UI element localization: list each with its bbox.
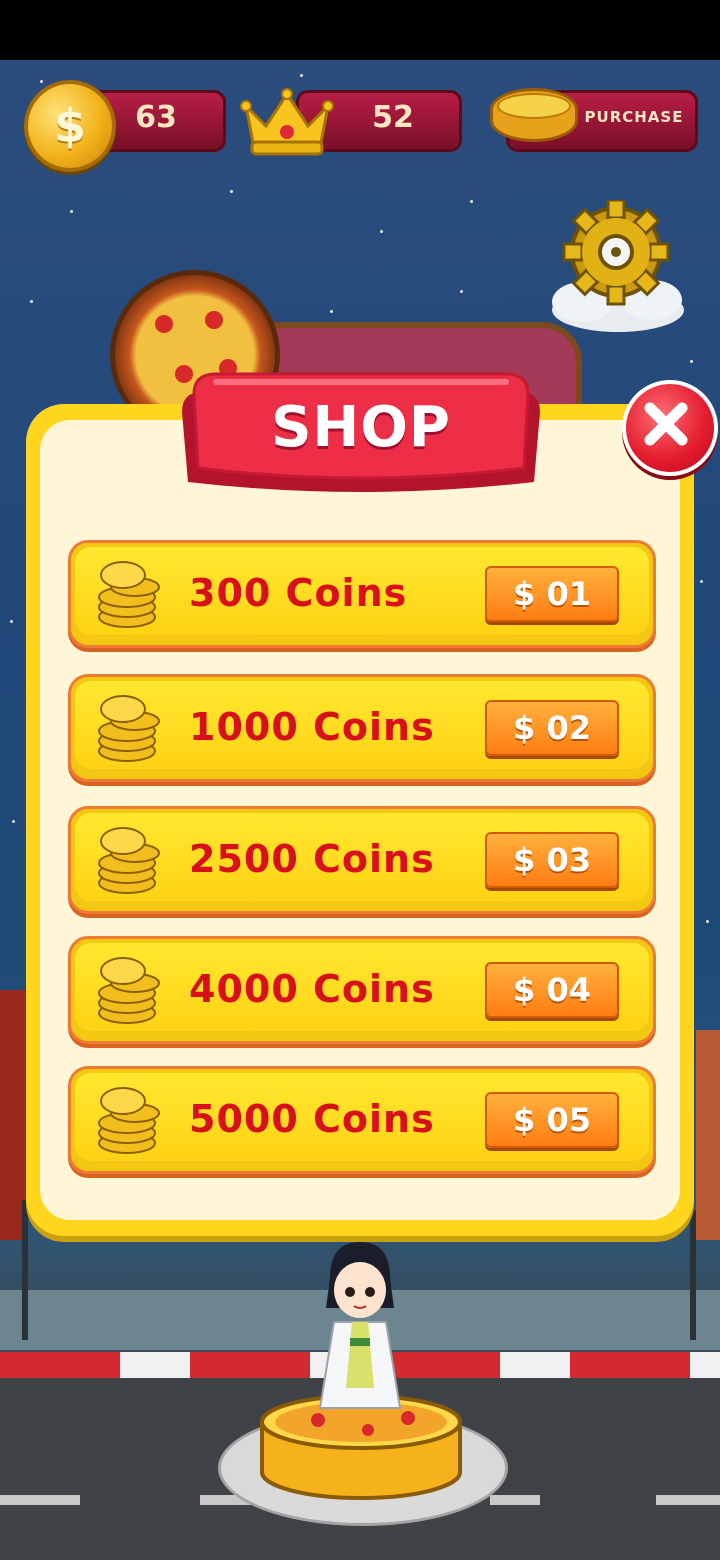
shop-item-2500-coins[interactable]: 2500 Coins $ 03	[68, 806, 656, 914]
shop-item-label: 300 Coins	[189, 571, 408, 615]
lane-marking	[0, 1495, 80, 1505]
status-bar	[0, 0, 720, 60]
shop-title: SHOP	[271, 395, 451, 460]
shop-item-label: 1000 Coins	[189, 705, 435, 749]
crown-icon	[240, 88, 334, 156]
shop-item-label: 4000 Coins	[189, 967, 435, 1011]
coin-stack-icon	[98, 561, 160, 628]
shop-item-5000-coins[interactable]: 5000 Coins $ 05	[68, 1066, 656, 1174]
shop-item-4000-coins[interactable]: 4000 Coins $ 04	[68, 936, 656, 1044]
purchase-label: PURCHASE	[584, 108, 684, 126]
shop-item-label: 2500 Coins	[189, 837, 435, 881]
pizza-box-icon	[490, 88, 578, 142]
coin-stack-icon	[98, 695, 160, 762]
shop-item-300-coins[interactable]: 300 Coins $ 01	[68, 540, 656, 648]
buy-button[interactable]: $ 04	[485, 962, 619, 1018]
lane-marking	[490, 1495, 540, 1505]
crown-count: 52	[372, 100, 414, 135]
gear-icon[interactable]	[548, 200, 688, 336]
shop-item-1000-coins[interactable]: 1000 Coins $ 02	[68, 674, 656, 782]
shop-item-label: 5000 Coins	[189, 1097, 435, 1141]
buy-button[interactable]: $ 02	[485, 700, 619, 756]
buy-button[interactable]: $ 05	[485, 1092, 619, 1148]
coin-icon: $	[24, 80, 116, 172]
coin-count: 63	[135, 100, 177, 135]
close-icon	[644, 402, 688, 446]
close-button[interactable]	[622, 380, 718, 476]
lane-marking	[656, 1495, 720, 1505]
street-lamp	[690, 1210, 696, 1340]
buy-button[interactable]: $ 03	[485, 832, 619, 888]
street-lamp	[22, 1200, 28, 1340]
coin-stack-icon	[98, 957, 160, 1024]
coin-stack-icon	[98, 1087, 160, 1154]
building-right	[696, 1030, 720, 1240]
chef-girl-character	[318, 1242, 402, 1409]
coin-stack-icon	[98, 827, 160, 894]
buy-button[interactable]: $ 01	[485, 566, 619, 622]
